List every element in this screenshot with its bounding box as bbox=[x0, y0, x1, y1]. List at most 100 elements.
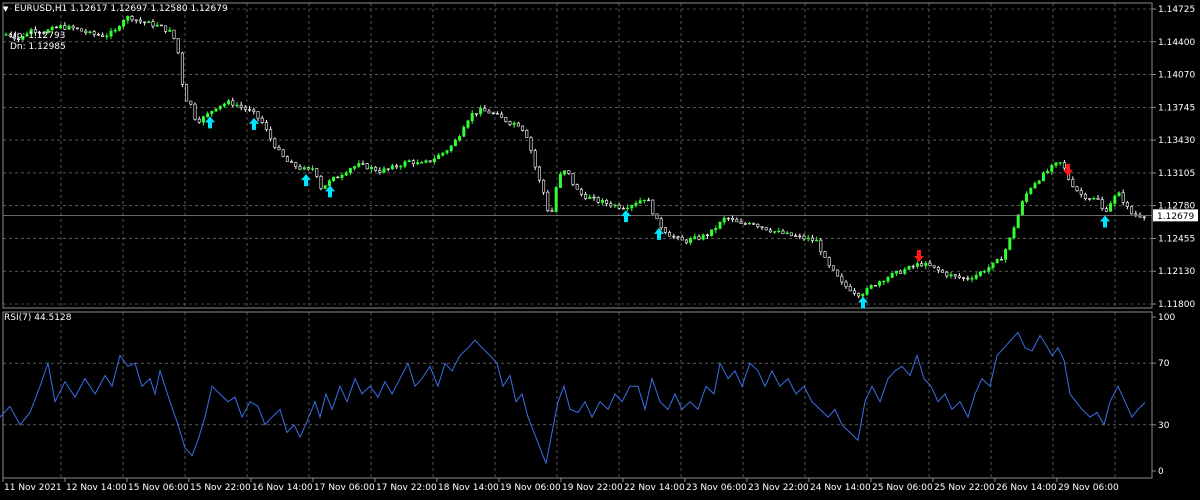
candle-body bbox=[302, 167, 306, 170]
candle-body bbox=[844, 281, 848, 287]
candle-body bbox=[575, 184, 579, 190]
chart-menu-icon[interactable]: ▼ bbox=[3, 5, 8, 13]
candle-body bbox=[987, 267, 991, 272]
candle-body bbox=[894, 270, 898, 274]
candle-body bbox=[584, 194, 588, 199]
candle-body bbox=[453, 139, 457, 147]
candle-body bbox=[773, 231, 777, 233]
candle-body bbox=[336, 176, 340, 179]
candle-body bbox=[962, 277, 966, 279]
candle-body bbox=[59, 25, 63, 28]
symbol-info: EURUSD,H1 1.12617 1.12697 1.12580 1.1267… bbox=[14, 4, 228, 14]
candle-body bbox=[731, 217, 735, 220]
candle-body bbox=[785, 232, 789, 234]
candle-body bbox=[1025, 193, 1029, 202]
candle-body bbox=[886, 277, 890, 282]
price-tick-label: 1.14070 bbox=[1158, 71, 1195, 81]
candle-body bbox=[1134, 213, 1138, 216]
candle-body bbox=[953, 274, 957, 277]
candle-body bbox=[949, 274, 953, 277]
candle-body bbox=[151, 21, 155, 27]
candle-body bbox=[105, 35, 109, 38]
candle-body bbox=[445, 150, 449, 154]
time-tick-label: 22 Nov 14:00 bbox=[624, 483, 685, 493]
candle-body bbox=[579, 188, 583, 195]
candle-body bbox=[823, 251, 827, 258]
candle-body bbox=[126, 16, 130, 21]
candle-body bbox=[558, 173, 562, 188]
candle-body bbox=[525, 130, 529, 138]
candle-body bbox=[109, 30, 113, 37]
candle-body bbox=[726, 217, 730, 220]
candle-body bbox=[277, 147, 281, 151]
rsi-indicator-label: RSI(7) 44.5128 bbox=[4, 313, 72, 323]
candle-body bbox=[285, 156, 289, 162]
candle-body bbox=[172, 29, 176, 39]
candle-body bbox=[1050, 165, 1054, 172]
candle-body bbox=[873, 285, 877, 287]
candle-body bbox=[206, 113, 210, 118]
candle-body bbox=[621, 208, 625, 210]
rsi-tick-label: 100 bbox=[1158, 313, 1175, 323]
candle-body bbox=[655, 213, 659, 220]
chart-canvas[interactable]: 1.14725 1.14400 1.14070 1.13745 1.13430 1.131… bbox=[0, 0, 1200, 500]
arrow-up-icon bbox=[1100, 215, 1110, 228]
time-tick-label: 16 Nov 14:00 bbox=[252, 483, 313, 493]
candle-body bbox=[75, 27, 79, 30]
candle-body bbox=[487, 110, 491, 114]
candle-body bbox=[836, 269, 840, 277]
arrow-up-icon bbox=[301, 174, 311, 187]
candle-body bbox=[928, 262, 932, 267]
candle-body bbox=[403, 161, 407, 167]
candle-body bbox=[911, 265, 915, 268]
candle-body bbox=[533, 150, 537, 168]
candle-body bbox=[739, 221, 743, 224]
candle-body bbox=[4, 34, 8, 36]
candle-body bbox=[596, 197, 600, 203]
candle-body bbox=[1113, 195, 1117, 204]
candle-body bbox=[1079, 190, 1083, 195]
candle-body bbox=[474, 113, 478, 115]
candle-body bbox=[651, 199, 655, 215]
candle-body bbox=[344, 172, 348, 176]
candle-body bbox=[378, 170, 382, 173]
candle-body bbox=[722, 217, 726, 223]
arrow-down-icon bbox=[914, 250, 924, 263]
candle-body bbox=[353, 166, 357, 169]
candle-body bbox=[768, 229, 772, 233]
candle-body bbox=[168, 29, 172, 32]
rsi-line bbox=[0, 331, 1146, 466]
candle-body bbox=[680, 236, 684, 241]
candle-body bbox=[899, 270, 903, 274]
price-tick-label: 1.13430 bbox=[1158, 136, 1195, 146]
candle-body bbox=[1016, 214, 1020, 229]
candle-body bbox=[315, 168, 319, 177]
candle-body bbox=[164, 25, 168, 32]
candle-body bbox=[479, 107, 483, 114]
candle-body bbox=[189, 100, 193, 105]
candle-body bbox=[1054, 162, 1058, 166]
candle-body bbox=[852, 290, 856, 294]
candle-body bbox=[71, 25, 75, 29]
rsi-tick-label: 0 bbox=[1158, 467, 1164, 477]
candle-body bbox=[1121, 192, 1125, 203]
candle-body bbox=[743, 223, 747, 225]
candle-body bbox=[227, 100, 231, 105]
candle-body bbox=[138, 19, 142, 23]
candle-body bbox=[411, 160, 415, 165]
trading-terminal: 1.14725 1.14400 1.14070 1.13745 1.13430 1.131… bbox=[0, 0, 1200, 500]
candle-body bbox=[1029, 187, 1033, 194]
candle-body bbox=[50, 26, 54, 31]
arrow-up-icon bbox=[654, 227, 664, 240]
candle-body bbox=[470, 113, 474, 122]
time-tick-label: 19 Nov 22:00 bbox=[562, 483, 623, 493]
candle-body bbox=[676, 236, 680, 238]
candle-body bbox=[491, 112, 495, 115]
time-tick-label: 26 Nov 14:00 bbox=[996, 483, 1057, 493]
candle-body bbox=[974, 275, 978, 279]
candle-body bbox=[458, 136, 462, 141]
candle-body bbox=[592, 196, 596, 199]
candle-body bbox=[554, 187, 558, 213]
candle-body bbox=[1130, 206, 1134, 215]
candle-body bbox=[945, 271, 949, 277]
